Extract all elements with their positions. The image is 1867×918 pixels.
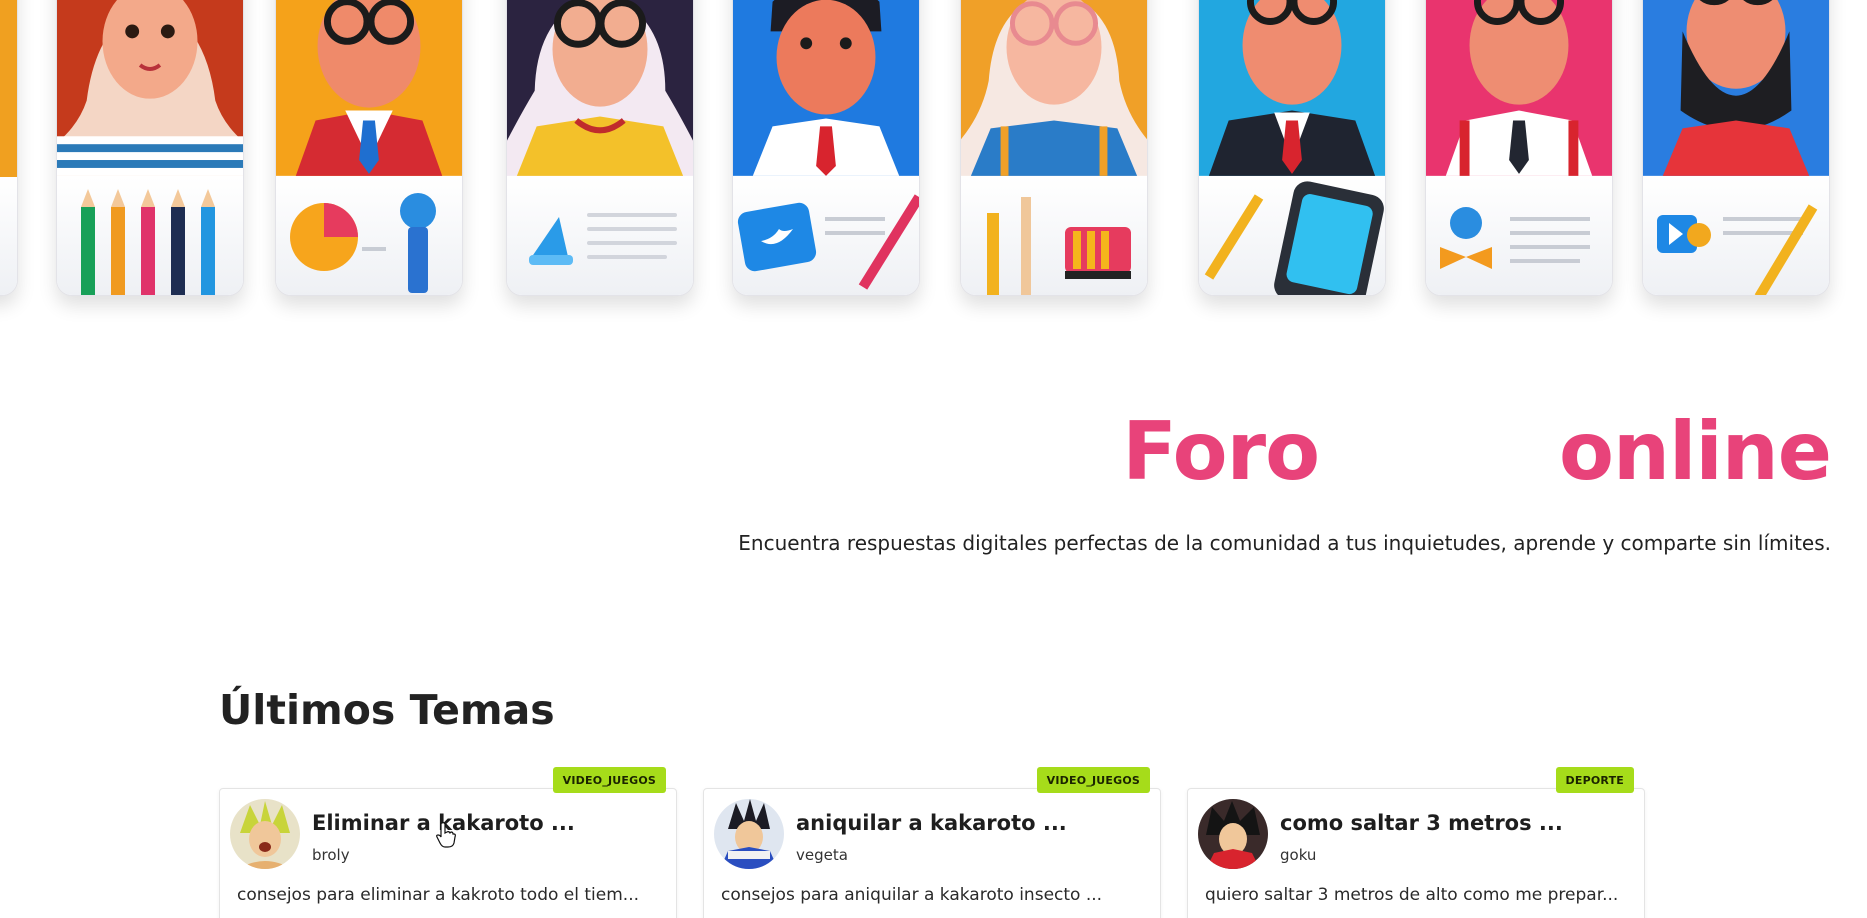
- man-suit-portrait: [1199, 0, 1385, 176]
- hero-title-foro: Foro: [1122, 405, 1320, 498]
- avatar[interactable]: [714, 799, 784, 869]
- topic-title[interactable]: como saltar 3 metros ...: [1280, 811, 1563, 835]
- hero-title-online: online: [1559, 405, 1832, 498]
- banner-card: [0, 0, 18, 296]
- man-pink-bg-portrait: [1426, 0, 1612, 176]
- banner-card-profile: [1425, 0, 1613, 296]
- topic-excerpt: quiero saltar 3 metros de alto como me p…: [1205, 885, 1619, 905]
- topic-author: broly: [312, 846, 350, 864]
- hero-banner-illustration: [0, 0, 1867, 335]
- topic-card[interactable]: VIDEO_JUEGOS Eliminar a kakaroto ... bro…: [219, 767, 677, 918]
- latest-topics-heading: Últimos Temas: [219, 686, 555, 734]
- banner-card-supplies: [960, 0, 1148, 296]
- topic-author: goku: [1280, 846, 1317, 864]
- topic-author: vegeta: [796, 846, 848, 864]
- woman-red-hair-portrait: [57, 0, 243, 176]
- pointer-cursor-icon: [436, 822, 456, 848]
- woman-dark-hair-portrait: [507, 0, 693, 176]
- avatar[interactable]: [230, 799, 300, 869]
- category-badge[interactable]: VIDEO_JUEGOS: [1036, 767, 1150, 793]
- banner-card-pencils: [56, 0, 244, 296]
- category-badge[interactable]: DEPORTE: [1555, 767, 1634, 793]
- woman-blonde-portrait: [961, 0, 1147, 176]
- category-badge[interactable]: VIDEO_JUEGOS: [552, 767, 666, 793]
- banner-card-document: [506, 0, 694, 296]
- topic-excerpt: consejos para aniquilar a kakaroto insec…: [721, 885, 1103, 905]
- banner-card-tablet: [1198, 0, 1386, 296]
- banner-card-video: [1642, 0, 1830, 296]
- topic-excerpt: consejos para eliminar a kakroto todo el…: [237, 885, 639, 905]
- banner-card-pie-chart: [275, 0, 463, 296]
- man-blue-bg-portrait: [733, 0, 919, 176]
- hero-subtitle: Encuentra respuestas digitales perfectas…: [738, 531, 1831, 555]
- bearded-man-portrait: [1643, 0, 1829, 176]
- banner-card-twitter: [732, 0, 920, 296]
- topic-card[interactable]: DEPORTE como saltar 3 metros ... goku qu…: [1187, 767, 1645, 918]
- man-glasses-portrait: [276, 0, 462, 176]
- topic-card[interactable]: VIDEO_JUEGOS aniquilar a kakaroto ... ve…: [703, 767, 1161, 918]
- avatar[interactable]: [1198, 799, 1268, 869]
- topic-title[interactable]: aniquilar a kakaroto ...: [796, 811, 1067, 835]
- hero-title: Foro online: [931, 405, 1832, 498]
